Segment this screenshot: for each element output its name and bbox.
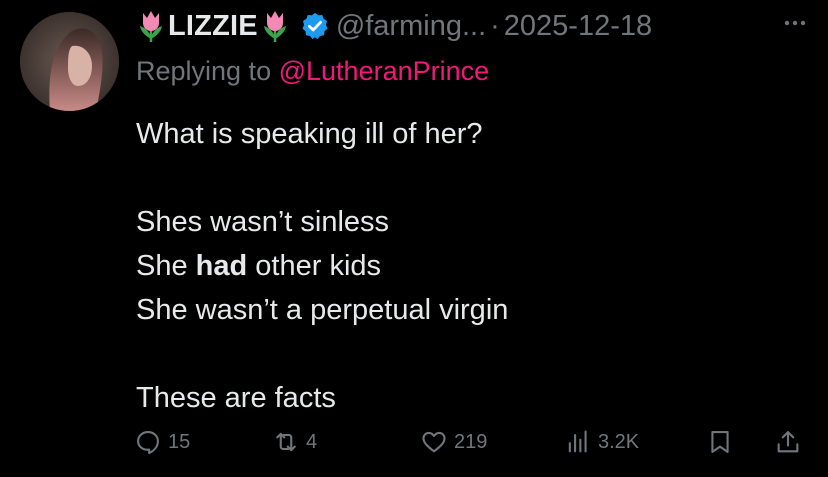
reply-button[interactable]: 15 <box>134 420 190 464</box>
reply-icon <box>137 431 159 455</box>
verified-badge-icon <box>302 12 328 40</box>
body-bold-text: had <box>195 250 248 282</box>
replying-to: Replying to @LutheranPrince <box>136 56 489 87</box>
like-button[interactable]: 219 <box>420 420 487 464</box>
share-icon <box>777 431 799 453</box>
reply-mention-link[interactable]: @LutheranPrince <box>279 56 490 86</box>
replying-to-label: Replying to <box>136 56 272 86</box>
body-text: other kids <box>247 250 382 282</box>
repost-icon <box>276 432 296 452</box>
bookmark-icon <box>711 431 729 453</box>
tweet-body: What is speaking ill of her? Shes wasn’t… <box>136 112 508 420</box>
separator-dot: · <box>490 9 500 42</box>
views-icon <box>568 430 587 453</box>
like-count: 219 <box>454 430 488 453</box>
tulip-icon <box>140 11 162 42</box>
heart-icon <box>422 431 446 453</box>
body-line: These are facts <box>136 382 336 414</box>
body-line: Shes wasn’t sinless <box>136 206 390 238</box>
views-button[interactable]: 3.2K <box>564 420 639 464</box>
action-bar: 15 4 219 3.2K <box>134 420 814 464</box>
more-options-icon[interactable] <box>782 10 808 36</box>
tweet-date[interactable]: 2025-12-18 <box>504 10 652 43</box>
views-count: 3.2K <box>598 430 640 453</box>
body-line: She wasn’t a perpetual virgin <box>136 294 509 326</box>
avatar[interactable] <box>20 12 119 111</box>
reply-count: 15 <box>168 430 191 453</box>
author-name[interactable]: LIZZIE <box>168 10 258 43</box>
repost-count: 4 <box>306 430 318 453</box>
tweet-header: LIZZIE @farming... · 2025-12-18 <box>136 4 808 48</box>
tulip-icon <box>263 11 286 42</box>
share-button[interactable] <box>774 420 802 464</box>
author-handle[interactable]: @farming... <box>336 10 486 43</box>
bookmark-button[interactable] <box>706 420 734 464</box>
body-text: She <box>136 250 196 282</box>
repost-button[interactable]: 4 <box>272 420 317 464</box>
body-line: What is speaking ill of her? <box>136 118 483 150</box>
body-line: She had other kids <box>136 244 508 288</box>
